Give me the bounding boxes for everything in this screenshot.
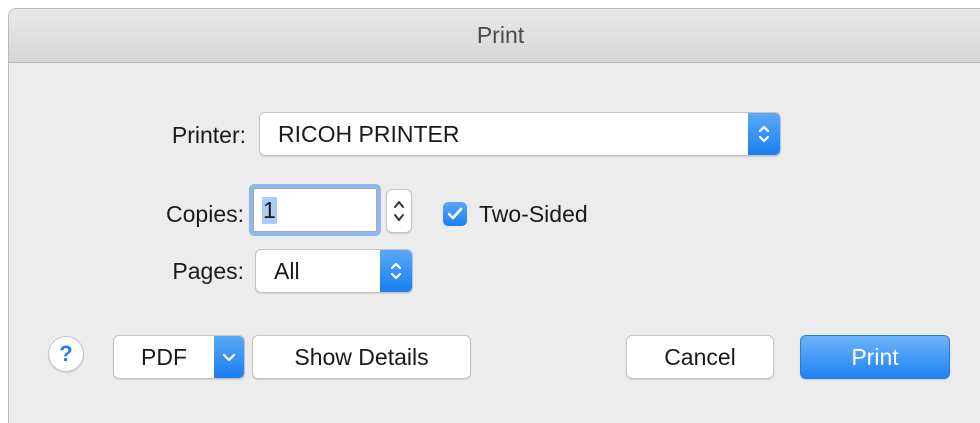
cancel-button[interactable]: Cancel — [626, 335, 774, 379]
pages-select[interactable]: All — [255, 249, 413, 293]
show-details-button[interactable]: Show Details — [252, 335, 471, 379]
pages-label: Pages: — [172, 258, 244, 284]
title-bar: Print — [9, 9, 980, 63]
copies-stepper[interactable] — [386, 189, 412, 233]
up-down-chevron-icon — [748, 113, 780, 155]
up-down-chevron-icon — [394, 201, 404, 221]
printer-select[interactable]: RICOH PRINTER — [259, 112, 781, 156]
print-dialog: Print Printer: RICOH PRINTER Copies: 1 T… — [8, 8, 980, 423]
print-button[interactable]: Print — [800, 335, 950, 379]
help-button[interactable]: ? — [48, 336, 84, 372]
copies-field[interactable]: 1 — [253, 188, 377, 232]
copies-value: 1 — [262, 196, 277, 224]
window-title: Print — [476, 22, 525, 48]
checkmark-icon — [447, 207, 463, 220]
two-sided-label[interactable]: Two-Sided — [479, 201, 588, 228]
copies-label: Copies: — [166, 201, 244, 227]
printer-label: Printer: — [171, 122, 246, 148]
pdf-menu-button[interactable]: PDF — [113, 335, 245, 379]
up-down-chevron-icon — [380, 250, 412, 292]
printer-value: RICOH PRINTER — [278, 120, 460, 147]
pdf-label: PDF — [141, 343, 187, 370]
chevron-down-icon — [214, 336, 244, 378]
help-icon: ? — [59, 341, 73, 366]
pages-value: All — [274, 257, 300, 284]
two-sided-checkbox[interactable] — [443, 202, 467, 226]
